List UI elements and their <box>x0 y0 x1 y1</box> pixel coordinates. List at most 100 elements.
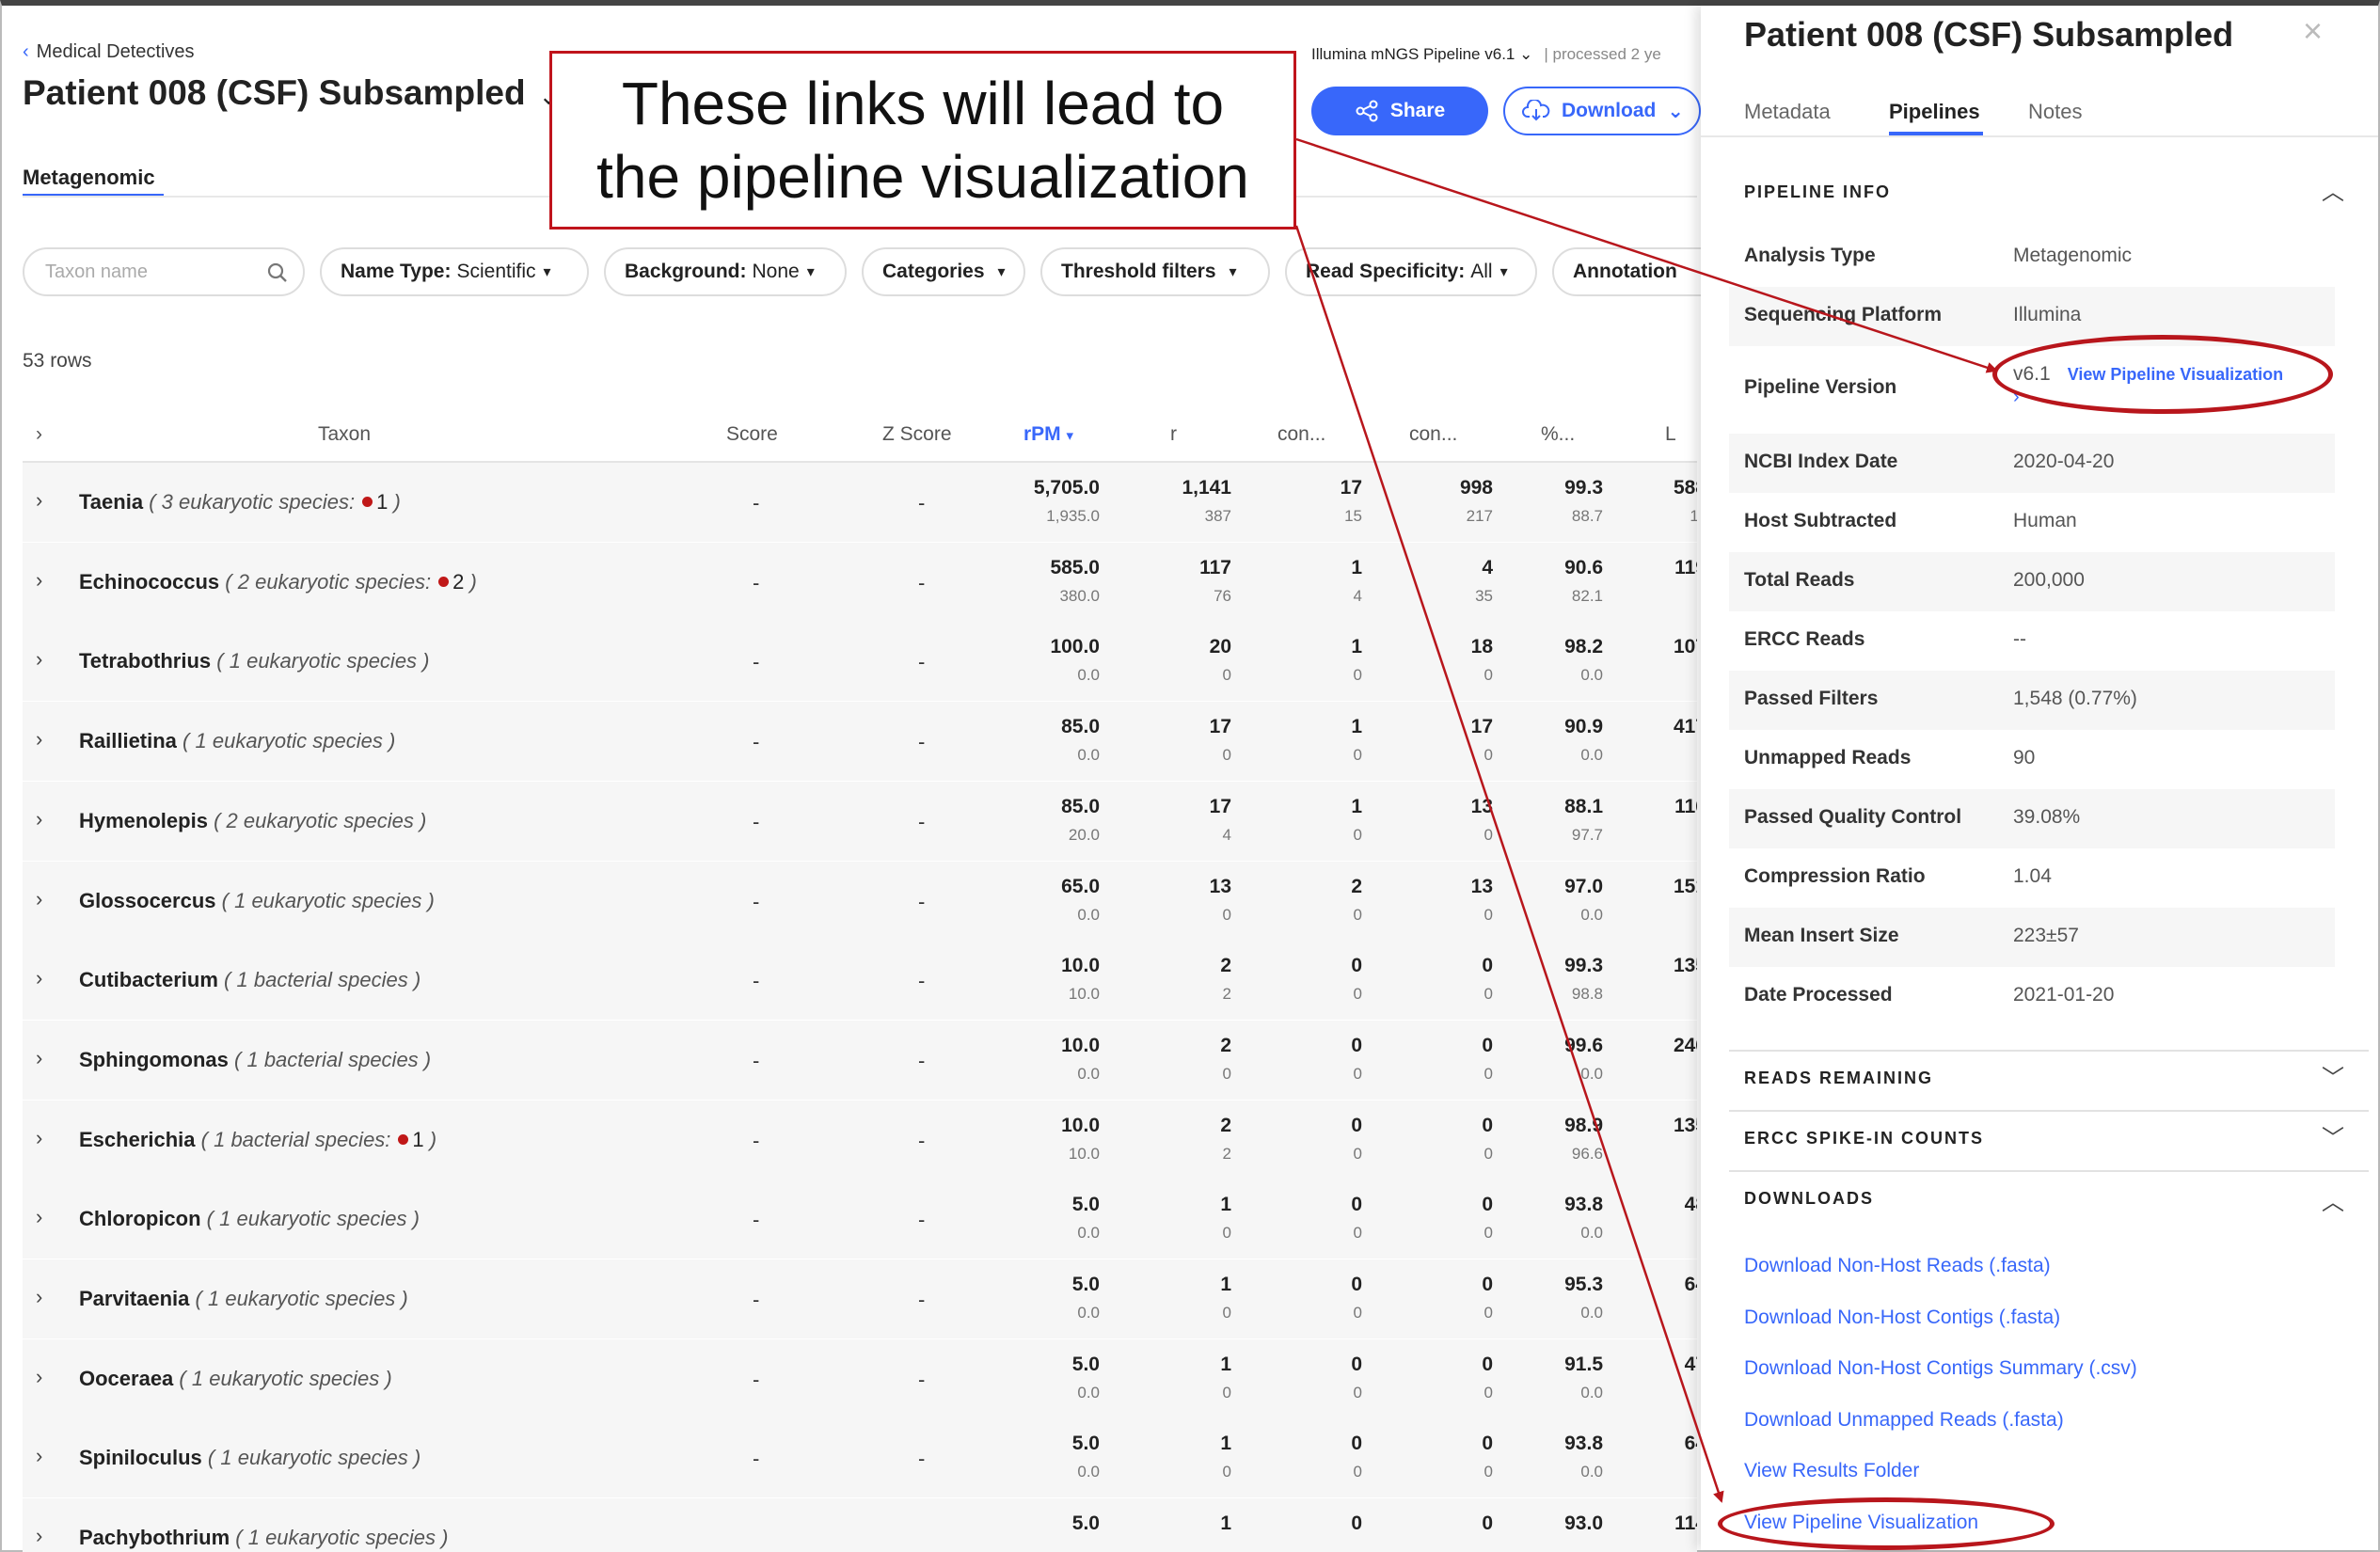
table-row[interactable]: › Glossocercus ( 1 eukaryotic species ) - -… <box>23 862 1697 942</box>
taxon-cell[interactable]: Tetrabothrius ( 1 eukaryotic species ) <box>79 649 430 673</box>
info-key: ERCC Reads <box>1744 628 1865 650</box>
col-zscore[interactable]: Z Score <box>882 423 952 446</box>
chevron-right-icon[interactable]: › <box>36 1285 42 1309</box>
col-contig-2[interactable]: con... <box>1409 423 1457 446</box>
table-row[interactable]: › Spiniloculus ( 1 eukaryotic species ) - -… <box>23 1418 1697 1499</box>
pipeline-info-header[interactable]: PIPELINE INFO <box>1744 182 1891 202</box>
r-cell: 20 0 <box>1210 635 1231 686</box>
download-non-host-reads-link[interactable]: Download Non-Host Reads (.fasta) <box>1744 1255 2051 1277</box>
score-cell: - <box>753 1288 760 1311</box>
taxon-cell[interactable]: Spiniloculus ( 1 eukaryotic species ) <box>79 1446 420 1470</box>
r-background-value: 0 <box>1222 666 1231 684</box>
chevron-right-icon[interactable]: › <box>36 727 42 752</box>
score-cell: - <box>753 1049 760 1072</box>
chevron-down-icon[interactable]: ﹀ <box>2322 1059 2344 1092</box>
tab-metadata[interactable]: Metadata <box>1744 100 1831 124</box>
col-rpm[interactable]: rPM ▾ <box>1023 423 1073 446</box>
table-row[interactable]: › Echinococcus ( 2 eukaryotic species: 2 )… <box>23 543 1697 624</box>
taxon-cell[interactable]: Glossocercus ( 1 eukaryotic species ) <box>79 889 435 913</box>
taxon-cell[interactable]: Parvitaenia ( 1 eukaryotic species ) <box>79 1287 408 1311</box>
tab-notes[interactable]: Notes <box>2028 100 2082 124</box>
download-button[interactable]: Download ⌄ <box>1503 87 1701 135</box>
threshold-filter[interactable]: Threshold filters ▾ <box>1040 247 1270 296</box>
pct-cell: 93.0 <box>1564 1512 1603 1542</box>
download-non-host-contigs-link[interactable]: Download Non-Host Contigs (.fasta) <box>1744 1307 2060 1329</box>
taxon-cell[interactable]: Echinococcus ( 2 eukaryotic species: 2 ) <box>79 570 477 594</box>
ercc-header[interactable]: ERCC SPIKE-IN COUNTS <box>1744 1129 1984 1148</box>
chevron-left-icon: ‹ <box>23 41 29 62</box>
chevron-down-icon: ▾ <box>1499 264 1508 280</box>
categories-filter[interactable]: Categories ▾ <box>862 247 1025 296</box>
chevron-right-icon[interactable]: › <box>36 1046 42 1070</box>
expand-all-icon[interactable]: › <box>36 423 42 446</box>
chevron-right-icon[interactable]: › <box>36 887 42 911</box>
taxon-search-input[interactable] <box>43 261 254 284</box>
pct-value: 99.3 <box>1564 477 1603 499</box>
section-divider <box>1729 1170 2369 1172</box>
taxon-cell[interactable]: Raillietina ( 1 eukaryotic species ) <box>79 729 395 753</box>
col-r[interactable]: r <box>1170 423 1177 446</box>
view-results-folder-link[interactable]: View Results Folder <box>1744 1460 1919 1482</box>
name-type-filter[interactable]: Name Type: Scientific ▾ <box>320 247 589 296</box>
download-unmapped-reads-link[interactable]: Download Unmapped Reads (.fasta) <box>1744 1409 2064 1432</box>
downloads-header[interactable]: DOWNLOADS <box>1744 1189 1874 1209</box>
chevron-up-icon[interactable]: ︿ <box>2322 1183 2344 1216</box>
table-row[interactable]: › Chloropicon ( 1 eukaryotic species ) - - 5… <box>23 1180 1697 1260</box>
chevron-up-icon[interactable]: ︿ <box>2322 173 2344 206</box>
taxon-cell[interactable]: Sphingomonas ( 1 bacterial species ) <box>79 1048 431 1072</box>
table-row[interactable]: › Ooceraea ( 1 eukaryotic species ) - - 5.0 0… <box>23 1339 1697 1420</box>
chevron-right-icon[interactable]: › <box>36 807 42 831</box>
taxon-cell[interactable]: Taenia ( 3 eukaryotic species: 1 ) <box>79 490 401 515</box>
taxon-cell[interactable]: Escherichia ( 1 bacterial species: 1 ) <box>79 1128 436 1152</box>
col-contig-1[interactable]: con... <box>1277 423 1325 446</box>
back-link[interactable]: ‹ Medical Detectives <box>23 41 195 63</box>
zscore-cell: - <box>918 890 926 913</box>
zscore-cell: - <box>918 491 926 515</box>
taxon-cell[interactable]: Hymenolepis ( 2 eukaryotic species ) <box>79 809 426 833</box>
close-icon[interactable]: × <box>2303 11 2323 51</box>
table-row[interactable]: › Tetrabothrius ( 1 eukaryotic species ) -… <box>23 622 1697 703</box>
chevron-right-icon[interactable]: › <box>36 1205 42 1229</box>
table-row[interactable]: › Parvitaenia ( 1 eukaryotic species ) - - 5… <box>23 1259 1697 1340</box>
rpm-value: 10.0 <box>1061 955 1100 976</box>
c1-background-value: 0 <box>1353 1384 1362 1402</box>
taxon-cell[interactable]: Pachybothrium ( 1 eukaryotic species ) <box>79 1526 449 1550</box>
table-row[interactable]: › Cutibacterium ( 1 bacterial species ) - -… <box>23 941 1697 1021</box>
table-row[interactable]: › Hymenolepis ( 2 eukaryotic species ) - - 8… <box>23 782 1697 863</box>
taxon-cell[interactable]: Cutibacterium ( 1 bacterial species ) <box>79 968 420 992</box>
chevron-right-icon[interactable]: › <box>36 647 42 672</box>
chevron-right-icon[interactable]: › <box>36 568 42 593</box>
c1-value: 17 <box>1340 477 1362 499</box>
table-row[interactable]: › Escherichia ( 1 bacterial species: 1 ) - -… <box>23 1101 1697 1181</box>
reads-remaining-header[interactable]: READS REMAINING <box>1744 1069 1933 1088</box>
col-taxon[interactable]: Taxon <box>318 423 371 446</box>
chevron-down-icon[interactable]: ﹀ <box>2322 1119 2344 1152</box>
chevron-right-icon[interactable]: › <box>36 488 42 513</box>
tab-metagenomic[interactable]: Metagenomic <box>23 166 155 190</box>
pipeline-selector[interactable]: Illumina mNGS Pipeline v6.1 ⌄ | processed… <box>1311 45 1661 64</box>
read-specificity-filter[interactable]: Read Specificity: All ▾ <box>1285 247 1537 296</box>
background-filter[interactable]: Background: None ▾ <box>604 247 847 296</box>
col-l[interactable]: L <box>1665 423 1676 446</box>
sample-title[interactable]: Patient 008 (CSF) Subsampled⌄ <box>23 73 559 113</box>
zscore-cell: - <box>918 1129 926 1152</box>
share-button[interactable]: Share <box>1311 87 1488 135</box>
table-row[interactable]: › Sphingomonas ( 1 bacterial species ) - - 1… <box>23 1021 1697 1101</box>
chevron-right-icon[interactable]: › <box>36 966 42 990</box>
col-score[interactable]: Score <box>726 423 778 446</box>
taxon-search[interactable] <box>23 247 305 296</box>
table-row[interactable]: › Taenia ( 3 eukaryotic species: 1 ) - -5,70… <box>23 463 1697 544</box>
chevron-right-icon[interactable]: › <box>36 1524 42 1548</box>
col-percent[interactable]: %... <box>1541 423 1575 446</box>
download-contigs-summary-link[interactable]: Download Non-Host Contigs Summary (.csv) <box>1744 1357 2137 1380</box>
chevron-right-icon[interactable]: › <box>36 1126 42 1150</box>
c1-cell: 00 <box>1351 954 1362 1005</box>
taxon-cell[interactable]: Ooceraea ( 1 eukaryotic species ) <box>79 1367 392 1391</box>
chevron-right-icon[interactable]: › <box>36 1444 42 1468</box>
table-row[interactable]: › Raillietina ( 1 eukaryotic species ) - - 8… <box>23 702 1697 783</box>
table-row[interactable]: › Pachybothrium ( 1 eukaryotic species ) 5… <box>23 1498 1697 1552</box>
tab-pipelines[interactable]: Pipelines <box>1889 100 1980 124</box>
chevron-right-icon[interactable]: › <box>36 1365 42 1389</box>
pct-value: 99.6 <box>1564 1035 1603 1056</box>
taxon-cell[interactable]: Chloropicon ( 1 eukaryotic species ) <box>79 1207 420 1231</box>
